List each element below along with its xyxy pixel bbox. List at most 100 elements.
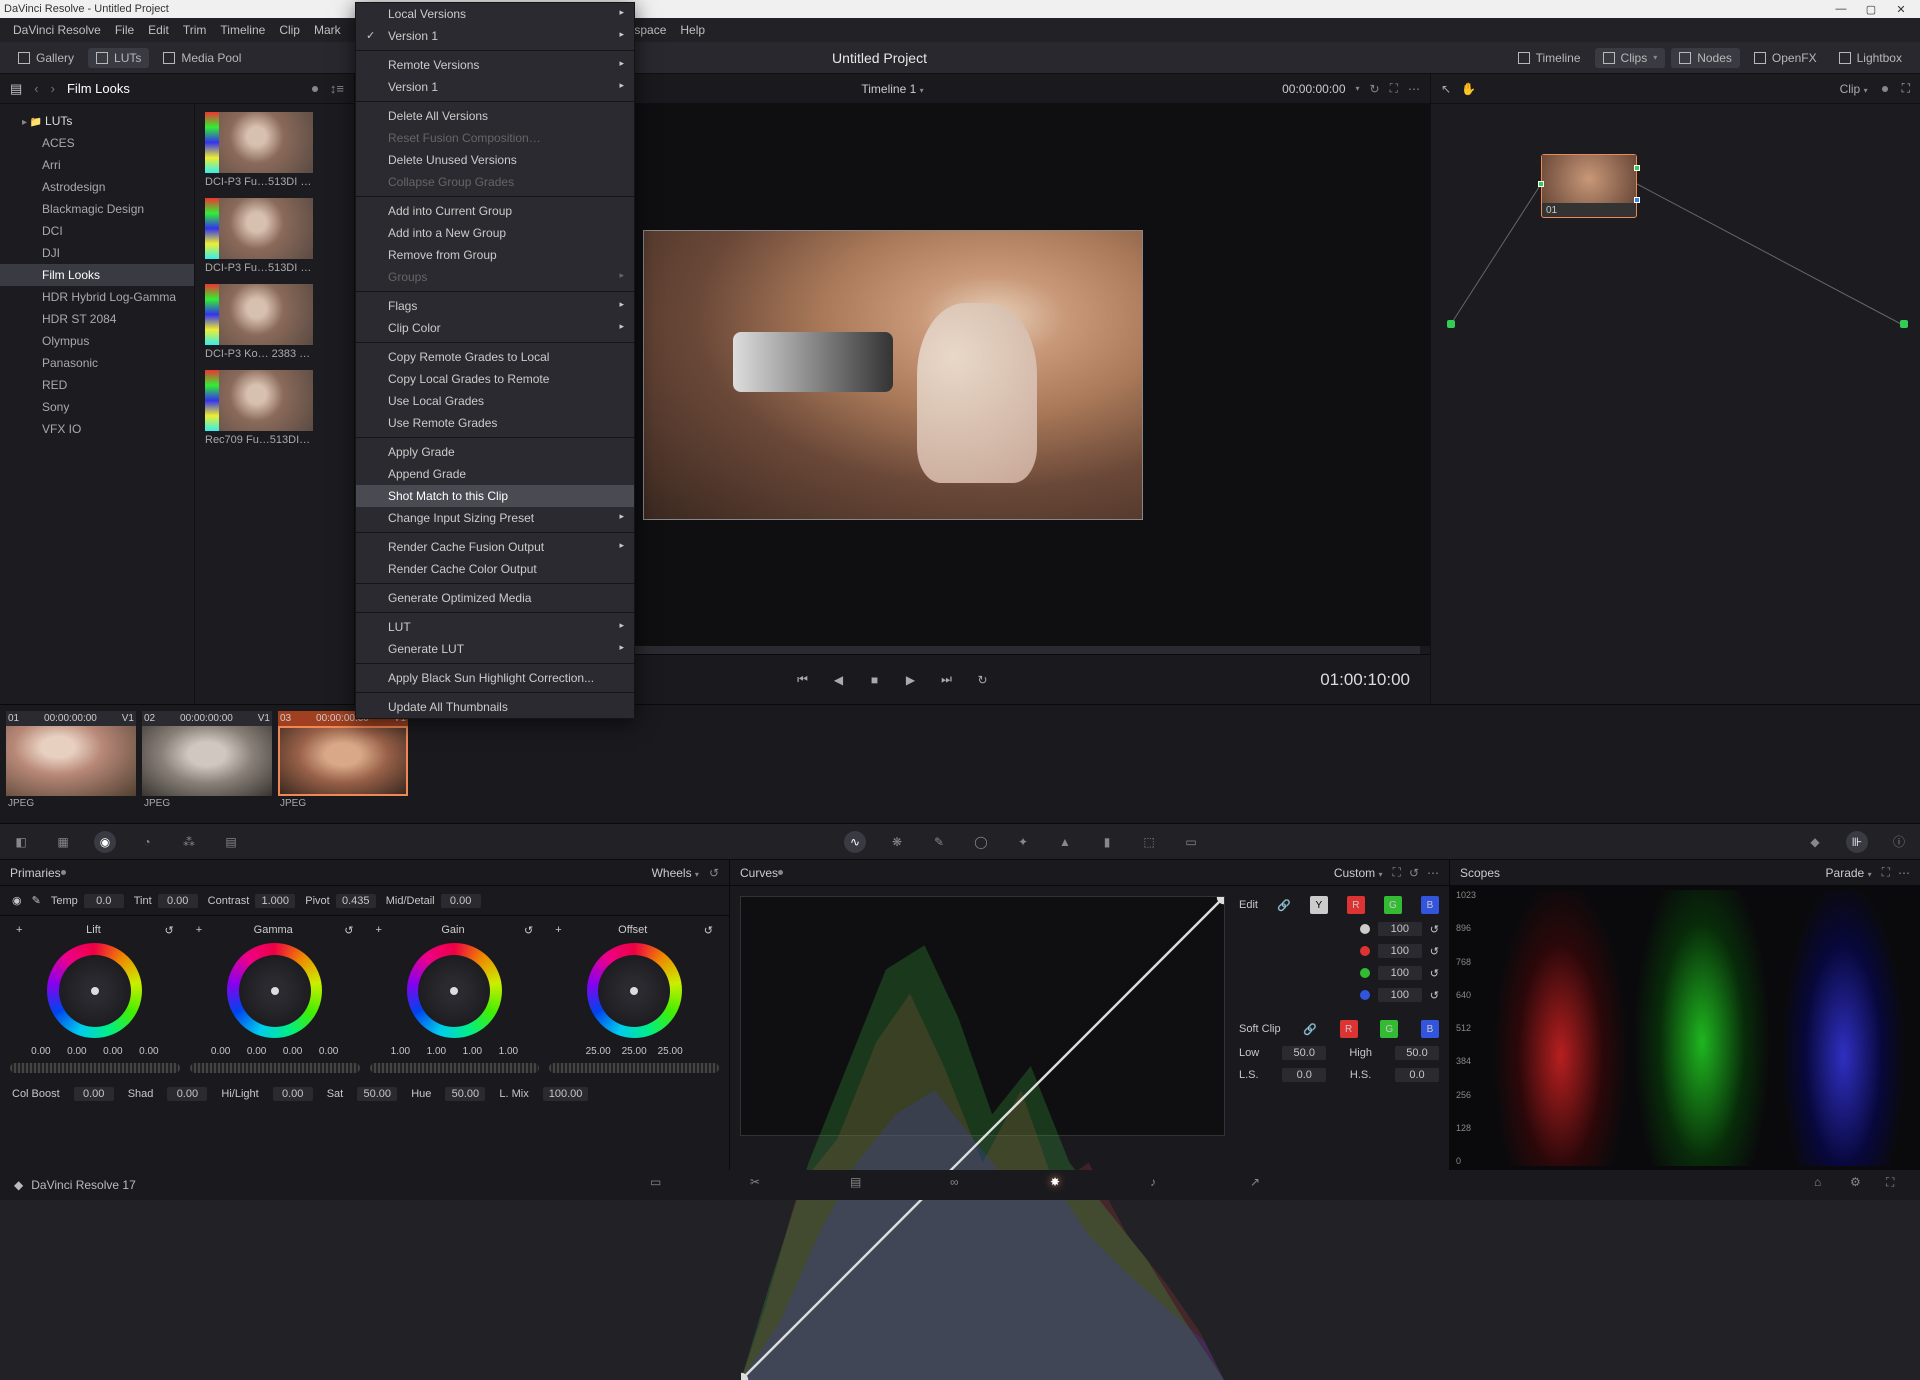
media-page-icon[interactable]: ▭ bbox=[650, 1175, 670, 1195]
low-value[interactable]: 50.0 bbox=[1282, 1046, 1326, 1060]
color-wheel[interactable] bbox=[227, 943, 322, 1038]
softclip-b[interactable]: B bbox=[1421, 1020, 1439, 1038]
sat-value[interactable]: 50.00 bbox=[357, 1087, 397, 1101]
color-match-icon[interactable]: ▦ bbox=[52, 831, 74, 853]
context-menu-item[interactable]: Version 1 bbox=[356, 25, 634, 47]
middetail-value[interactable]: 0.00 bbox=[441, 894, 481, 908]
lut-tree-item[interactable]: Astrodesign bbox=[0, 176, 194, 198]
edit-channel-b[interactable]: B bbox=[1421, 896, 1439, 914]
back-icon[interactable]: ‹ bbox=[34, 81, 38, 96]
lut-tree-item[interactable]: VFX IO bbox=[0, 418, 194, 440]
context-menu-item[interactable]: LUT bbox=[356, 616, 634, 638]
wheel-value[interactable]: 0.00 bbox=[133, 1046, 165, 1057]
timeline-name[interactable]: Timeline 1 ▾ bbox=[861, 82, 923, 96]
play-button[interactable]: ▶ bbox=[902, 671, 920, 689]
openfx-button[interactable]: OpenFX bbox=[1746, 48, 1825, 68]
lut-tree-item[interactable]: HDR ST 2084 bbox=[0, 308, 194, 330]
graph-output-node[interactable] bbox=[1900, 320, 1908, 328]
master-jog[interactable] bbox=[190, 1063, 360, 1073]
wheel-value[interactable]: 1.00 bbox=[384, 1046, 416, 1057]
nodes-expand-icon[interactable]: ⛶ bbox=[1902, 81, 1910, 96]
pointer-tool-icon[interactable]: ↖ bbox=[1441, 82, 1451, 96]
color-wheels-icon[interactable]: ◉ bbox=[94, 831, 116, 853]
timeline-button[interactable]: Timeline bbox=[1510, 48, 1589, 68]
hand-tool-icon[interactable]: ✋ bbox=[1461, 82, 1476, 96]
sidebar-toggle-icon[interactable]: ▤ bbox=[10, 81, 22, 97]
wheel-value[interactable]: 1.00 bbox=[456, 1046, 488, 1057]
wheel-value[interactable]: 0.00 bbox=[241, 1046, 273, 1057]
context-menu-item[interactable]: Apply Black Sun Highlight Correction... bbox=[356, 667, 634, 689]
contrast-value[interactable]: 1.000 bbox=[255, 894, 295, 908]
scopes-icon[interactable]: ⊪ bbox=[1846, 831, 1868, 853]
wheel-value[interactable]: 25.00 bbox=[582, 1046, 614, 1057]
picker-icon[interactable]: ◉ bbox=[12, 894, 22, 907]
node-input-icon[interactable] bbox=[1538, 181, 1544, 187]
node-output-icon[interactable] bbox=[1634, 165, 1640, 171]
nodes-slider-dot[interactable] bbox=[1882, 86, 1888, 92]
key-icon[interactable]: ⬚ bbox=[1138, 831, 1160, 853]
wheel-reset-icon[interactable]: ↺ bbox=[704, 924, 713, 937]
lut-thumbnail[interactable]: DCI-P3 Ko… 2383 D60 bbox=[205, 284, 344, 360]
lut-tree-item[interactable]: ACES bbox=[0, 132, 194, 154]
context-menu-item[interactable]: Use Remote Grades bbox=[356, 412, 634, 434]
viewer-image[interactable] bbox=[643, 230, 1143, 520]
wheel-picker-icon[interactable]: + bbox=[376, 924, 382, 937]
wheel-value[interactable]: 25.00 bbox=[618, 1046, 650, 1057]
lut-tree-item[interactable]: Arri bbox=[0, 154, 194, 176]
wheel-value[interactable]: 25.00 bbox=[654, 1046, 686, 1057]
wheel-value[interactable]: 0.00 bbox=[313, 1046, 345, 1057]
menu-timeline[interactable]: Timeline bbox=[213, 23, 272, 37]
curves-mode[interactable]: Custom ▾ bbox=[1334, 866, 1383, 880]
magic-mask-icon[interactable]: ▲ bbox=[1054, 831, 1076, 853]
master-jog[interactable] bbox=[10, 1063, 180, 1073]
motion-effects-icon[interactable]: ▤ bbox=[220, 831, 242, 853]
options-icon[interactable]: ⋯ bbox=[1408, 82, 1420, 96]
menu-file[interactable]: File bbox=[108, 23, 141, 37]
viewer-timecode-head[interactable]: 00:00:00:00 bbox=[1282, 82, 1345, 96]
wheel-value[interactable]: 0.00 bbox=[61, 1046, 93, 1057]
context-menu-item[interactable]: Update All Thumbnails bbox=[356, 696, 634, 718]
edit-page-icon[interactable]: ▤ bbox=[850, 1175, 870, 1195]
colboost-value[interactable]: 0.00 bbox=[74, 1087, 114, 1101]
context-menu-item[interactable]: Flags bbox=[356, 295, 634, 317]
lut-thumbnail[interactable]: DCI-P3 Fu…513DI D55 bbox=[205, 112, 344, 188]
nodes-button[interactable]: Nodes bbox=[1671, 48, 1740, 68]
reset-b-icon[interactable]: ↺ bbox=[1430, 989, 1439, 1002]
intensity-b[interactable]: 100 bbox=[1378, 988, 1422, 1002]
wheel-value[interactable]: 0.00 bbox=[205, 1046, 237, 1057]
awb-icon[interactable]: ✎ bbox=[32, 894, 41, 907]
fullscreen-icon[interactable]: ⛶ bbox=[1886, 1175, 1906, 1195]
options-dot-icon[interactable] bbox=[312, 86, 318, 92]
master-jog[interactable] bbox=[370, 1063, 540, 1073]
context-menu-item[interactable]: Delete All Versions bbox=[356, 105, 634, 127]
maximize-button[interactable]: ▢ bbox=[1864, 2, 1878, 16]
wheel-value[interactable]: 0.00 bbox=[25, 1046, 57, 1057]
next-frame-button[interactable]: ⏭ bbox=[938, 671, 956, 689]
graph-input-node[interactable] bbox=[1447, 320, 1455, 328]
cut-page-icon[interactable]: ✂ bbox=[750, 1175, 770, 1195]
curves-icon[interactable]: ∿ bbox=[844, 831, 866, 853]
prev-frame-button[interactable]: ◀ bbox=[830, 671, 848, 689]
edit-channel-y[interactable]: Y bbox=[1310, 896, 1328, 914]
intensity-y[interactable]: 100 bbox=[1378, 922, 1422, 936]
wheel-value[interactable]: 0.00 bbox=[97, 1046, 129, 1057]
curves-options-icon[interactable]: ⋯ bbox=[1427, 866, 1439, 880]
curve-link-icon[interactable]: 🔗 bbox=[1277, 899, 1291, 912]
settings-icon[interactable]: ⚙ bbox=[1850, 1175, 1870, 1195]
context-menu-item[interactable]: Apply Grade bbox=[356, 441, 634, 463]
temp-value[interactable]: 0.0 bbox=[84, 894, 124, 908]
context-menu-item[interactable]: Render Cache Fusion Output bbox=[356, 536, 634, 558]
loop-icon[interactable]: ↻ bbox=[1370, 82, 1380, 96]
stop-button[interactable]: ■ bbox=[866, 671, 884, 689]
context-menu-item[interactable]: Shot Match to this Clip bbox=[356, 485, 634, 507]
menu-app[interactable]: DaVinci Resolve bbox=[6, 23, 108, 37]
minimize-button[interactable]: — bbox=[1834, 2, 1848, 16]
color-wheel[interactable] bbox=[407, 943, 502, 1038]
context-menu-item[interactable]: Copy Local Grades to Remote bbox=[356, 368, 634, 390]
lut-tree-item[interactable]: Sony bbox=[0, 396, 194, 418]
node-mode[interactable]: Clip ▾ bbox=[1840, 82, 1868, 96]
rgb-mixer-icon[interactable]: ⁂ bbox=[178, 831, 200, 853]
expand-icon[interactable]: ⛶ bbox=[1390, 81, 1398, 96]
context-menu-item[interactable]: Generate LUT bbox=[356, 638, 634, 660]
context-menu-item[interactable]: Append Grade bbox=[356, 463, 634, 485]
